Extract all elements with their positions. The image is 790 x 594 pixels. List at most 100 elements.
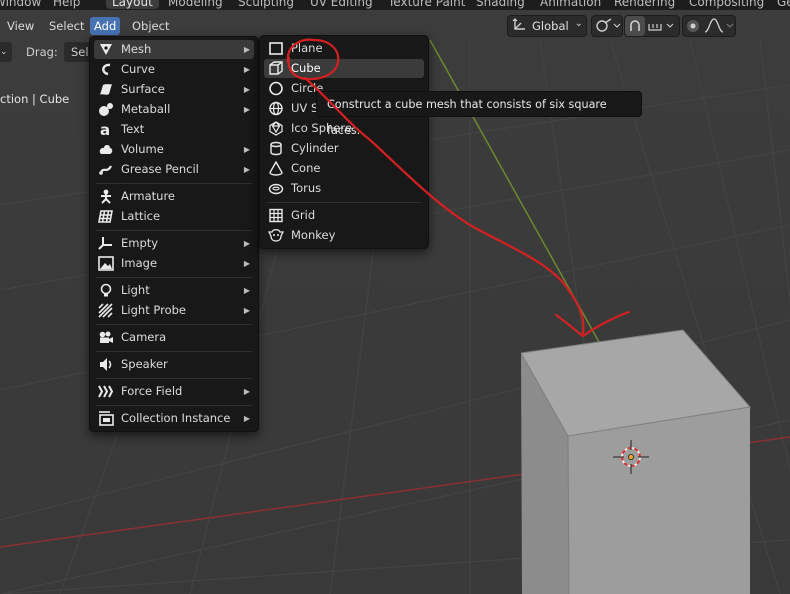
mesh-item-torus[interactable]: Torus [264,179,424,198]
menu-item-label: Lattice [121,209,161,223]
add-menu-item-lattice[interactable]: Lattice [94,207,254,226]
menu-item-label: Empty [121,236,159,250]
circle-icon [269,81,283,96]
add-menu-item-collection-instance[interactable]: Collection Instance ▶ [94,409,254,428]
snapping-controls[interactable] [624,15,680,37]
menu-separator [266,202,422,203]
speaker-icon [100,358,112,371]
menu-item-label: Light [121,283,150,297]
submenu-arrow-icon: ▶ [243,165,250,174]
add-menu-item-empty[interactable]: Empty ▶ [94,234,254,253]
workspace-tabs: Window Help Layout Modeling Sculpting UV… [0,0,790,10]
cube-tooltip: Construct a cube mesh that consists of s… [316,91,642,137]
light-icon [100,283,112,297]
cone-icon [269,161,283,176]
submenu-arrow-icon: ▶ [243,306,250,315]
menu-separator [96,378,252,379]
menu-separator [96,405,252,406]
menu-item-label: Light Probe [121,303,186,317]
add-menu-item-light-probe[interactable]: Light Probe ▶ [94,301,254,320]
mesh-item-grid[interactable]: Grid [264,206,424,225]
metaball-icon [99,103,113,116]
tab-texture-paint[interactable]: Texture Paint [388,0,465,9]
menu-window[interactable]: Window [0,0,41,9]
add-menu-item-speaker[interactable]: Speaker [94,355,254,374]
tab-ge[interactable]: Ge [777,0,790,9]
submenu-arrow-icon: ▶ [243,105,250,114]
collection-icon [99,411,114,426]
tab-uv-editing[interactable]: UV Editing [310,0,373,9]
add-menu-item-volume[interactable]: Volume ▶ [94,140,254,159]
menu-item-label: Grid [291,208,316,222]
add-menu-item-metaball[interactable]: Metaball ▶ [94,100,254,119]
add-menu-button[interactable]: Add [90,17,121,35]
add-menu-item-curve[interactable]: Curve ▶ [94,60,254,79]
image-icon [98,256,114,271]
add-menu-item-text[interactable]: a Text [94,120,254,139]
tab-sculpting[interactable]: Sculpting [238,0,294,9]
camera-icon [99,331,113,343]
select-menu[interactable]: Select [45,17,88,35]
transform-orientation-dropdown[interactable]: Global ⌄ [507,15,587,37]
menu-item-label: Plane [291,41,323,55]
add-menu-item-armature[interactable]: Armature [94,187,254,206]
object-menu[interactable]: Object [128,17,173,35]
text-icon: a [100,122,110,137]
add-menu-item-mesh[interactable]: Mesh ▶ [94,40,254,59]
mesh-item-monkey[interactable]: Monkey [264,226,424,245]
tab-shading[interactable]: Shading [476,0,525,9]
pivot-point-dropdown[interactable] [591,15,623,37]
svg-text:a: a [100,122,110,137]
torus-icon [268,183,284,195]
curve-icon [102,63,111,76]
tab-layout[interactable]: Layout [106,0,159,9]
add-menu-item-light[interactable]: Light ▶ [94,281,254,300]
add-menu: Mesh ▶ Curve ▶ Surface ▶ Metaball ▶ a Te… [89,36,259,432]
force-field-icon [98,385,114,398]
uv-sphere-icon [269,101,283,116]
view-menu[interactable]: View [3,17,38,35]
add-menu-item-force-field[interactable]: Force Field ▶ [94,382,254,401]
submenu-arrow-icon: ▶ [243,286,250,295]
menu-item-label: Armature [121,189,175,203]
add-menu-item-camera[interactable]: Camera [94,328,254,347]
menu-help[interactable]: Help [53,0,80,9]
tab-modeling[interactable]: Modeling [168,0,223,9]
mode-dropdown[interactable]: ⌄ [0,42,12,62]
submenu-arrow-icon: ▶ [243,145,250,154]
snap-icon [625,16,674,36]
menu-item-label: Surface [121,82,165,96]
submenu-arrow-icon: ▶ [243,85,250,94]
default-cube[interactable] [520,329,751,594]
monkey-icon [268,229,284,242]
light-probe-icon [98,303,113,318]
tab-rendering[interactable]: Rendering [614,0,675,9]
submenu-arrow-icon: ▶ [243,45,250,54]
plane-icon [269,42,283,55]
menu-separator [96,324,252,325]
add-menu-item-image[interactable]: Image ▶ [94,254,254,273]
add-menu-item-grease-pencil[interactable]: Grease Pencil ▶ [94,160,254,179]
mesh-item-plane[interactable]: Plane [264,39,424,58]
mesh-icon [100,44,112,55]
grease-pencil-icon [99,165,112,175]
menu-separator [96,183,252,184]
lattice-icon [98,210,113,223]
menu-item-label: Text [121,122,145,136]
proportional-editing-controls[interactable] [682,15,736,37]
menu-item-label: Cone [291,161,321,175]
cube-icon [269,61,283,75]
mesh-item-cone[interactable]: Cone [264,159,424,178]
submenu-arrow-icon: ▶ [243,259,250,268]
armature-icon [101,189,111,204]
add-menu-item-surface[interactable]: Surface ▶ [94,80,254,99]
submenu-arrow-icon: ▶ [243,65,250,74]
chevron-down-icon: ⌄ [574,18,583,29]
viewport-collection-text: ction | Cube [0,92,70,106]
surface-icon [100,84,112,95]
mesh-item-cube[interactable]: Cube [264,59,424,78]
tab-animation[interactable]: Animation [540,0,601,9]
submenu-arrow-icon: ▶ [243,414,250,423]
tab-compositing[interactable]: Compositing [689,0,764,9]
grid-icon [269,208,283,223]
